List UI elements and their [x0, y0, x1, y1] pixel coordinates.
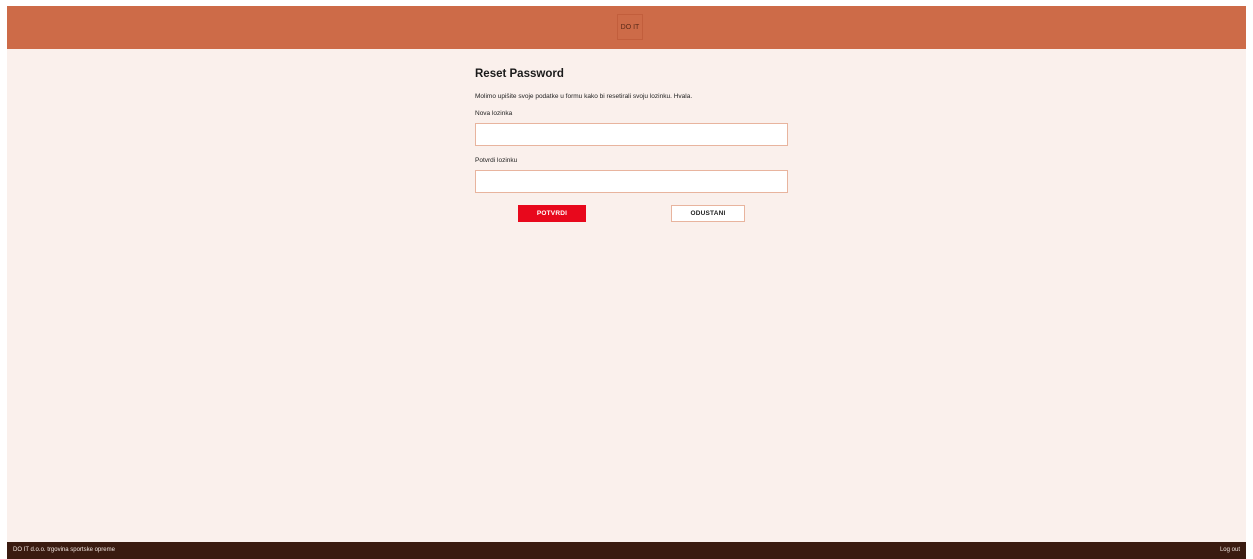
- cancel-button[interactable]: ODUSTANI: [671, 205, 745, 222]
- new-password-field[interactable]: [475, 123, 788, 146]
- footer-company-text: DO IT d.o.o. trgovina sportske opreme: [13, 547, 115, 553]
- header-bar: DO IT: [7, 6, 1246, 49]
- page: DO IT Reset Password Molimo upišite svoj…: [7, 6, 1246, 559]
- form-description: Molimo upišite svoje podatke u formu kak…: [475, 93, 693, 100]
- confirm-button[interactable]: POTVRDI: [518, 205, 586, 222]
- new-password-label: Nova lozinka: [475, 110, 513, 117]
- page-title: Reset Password: [475, 68, 564, 80]
- confirm-password-label: Potvrdi lozinku: [475, 157, 518, 164]
- footer-bar: DO IT d.o.o. trgovina sportske opreme Lo…: [7, 542, 1246, 559]
- logout-link[interactable]: Log out: [1220, 547, 1240, 553]
- logo[interactable]: DO IT: [617, 14, 643, 40]
- confirm-password-field[interactable]: [475, 170, 788, 193]
